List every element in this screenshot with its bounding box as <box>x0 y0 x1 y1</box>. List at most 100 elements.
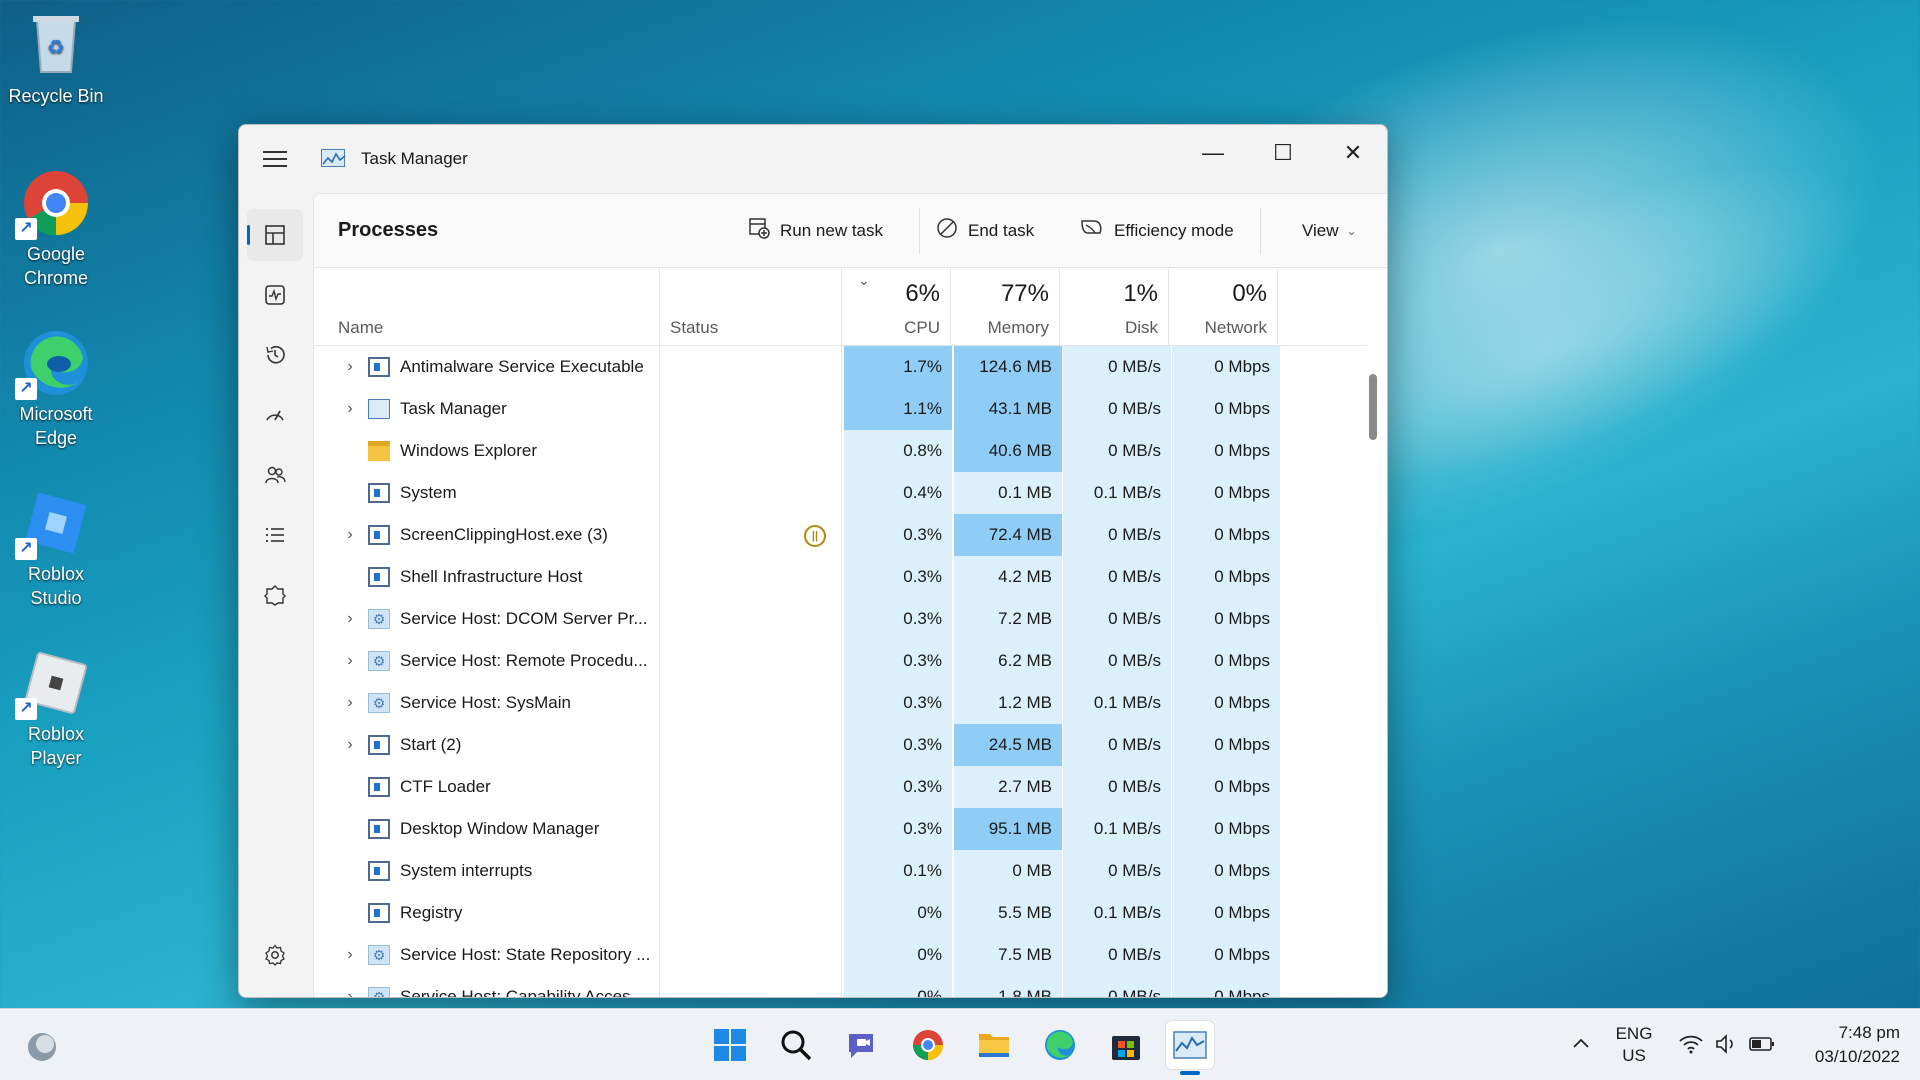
network-cell: 0 Mbps <box>1172 640 1280 682</box>
memory-cell: 1.8 MB <box>954 976 1062 997</box>
chevron-right-icon[interactable]: › <box>340 976 360 997</box>
chevron-right-icon[interactable]: › <box>340 388 360 430</box>
desktop-icon-chrome[interactable]: ↗ Google Chrome <box>0 168 112 290</box>
show-hidden-icons-chevron-icon[interactable] <box>1570 1033 1592 1080</box>
run-new-task-label: Run new task <box>780 221 883 240</box>
sidebar-item-performance[interactable] <box>247 269 303 321</box>
chevron-right-icon[interactable]: › <box>340 682 360 724</box>
chevron-right-icon[interactable]: › <box>340 724 360 766</box>
column-header-cpu-label: CPU <box>904 318 940 337</box>
disk-cell: 0.1 MB/s <box>1063 892 1171 934</box>
view-dropdown-button[interactable]: View ⌄ <box>1302 216 1357 246</box>
chevron-right-icon[interactable]: › <box>340 934 360 976</box>
desktop-icon-label: Recycle Bin <box>8 86 104 106</box>
title-bar[interactable]: Task Manager — ☐ ✕ <box>239 125 1387 193</box>
table-row[interactable]: System 0.4% 0.1 MB 0.1 MB/s 0 Mbps <box>314 472 1367 514</box>
table-row[interactable]: › ⚙ Service Host: Remote Procedu... 0.3% 6.2… <box>314 640 1367 682</box>
minimize-button[interactable]: — <box>1185 135 1241 171</box>
sidebar-item-processes[interactable] <box>247 209 303 261</box>
cpu-cell: 0.3% <box>844 808 952 850</box>
vertical-scrollbar[interactable] <box>1369 374 1377 440</box>
memory-cell: 5.5 MB <box>954 892 1062 934</box>
table-row[interactable]: System interrupts 0.1% 0 MB 0 MB/s 0 Mbps <box>314 850 1367 892</box>
sidebar-item-app-history[interactable] <box>247 329 303 381</box>
desktop-icon-roblox-player[interactable]: ↗ Roblox Player <box>0 648 112 770</box>
table-row[interactable]: › Task Manager 1.1% 43.1 MB 0 MB/s 0 Mbps <box>314 388 1367 430</box>
table-row[interactable]: › Antimalware Service Executable 1.7% 124.6… <box>314 346 1367 388</box>
chevron-right-icon[interactable]: › <box>340 514 360 556</box>
sidebar-item-settings[interactable] <box>247 929 303 981</box>
desktop-icon-recycle-bin[interactable]: ♻ Recycle Bin <box>0 10 112 108</box>
process-name: Desktop Window Manager <box>400 819 600 838</box>
region-code: US <box>1622 1046 1646 1065</box>
cpu-cell: 0.4% <box>844 472 952 514</box>
desktop-icon-edge[interactable]: ↗ Microsoft Edge <box>0 328 112 450</box>
cpu-cell: 0.3% <box>844 556 952 598</box>
widgets-icon[interactable] <box>18 1023 66 1071</box>
table-row[interactable]: › ⚙ Service Host: State Repository ... 0% 7.… <box>314 934 1367 976</box>
chevron-right-icon[interactable]: › <box>340 640 360 682</box>
search-icon[interactable] <box>772 1021 820 1069</box>
column-header-name[interactable]: Name <box>314 268 660 346</box>
shortcut-arrow-icon: ↗ <box>15 378 37 400</box>
network-cell: 0 Mbps <box>1172 388 1280 430</box>
table-row[interactable]: Registry 0% 5.5 MB 0.1 MB/s 0 Mbps <box>314 892 1367 934</box>
column-header-memory[interactable]: 77% Memory <box>951 268 1060 346</box>
desktop-icon-roblox-studio[interactable]: ↗ Roblox Studio <box>0 488 112 610</box>
chat-icon[interactable] <box>838 1021 886 1069</box>
efficiency-mode-button[interactable]: Efficiency mode <box>1080 216 1234 246</box>
disk-cell: 0 MB/s <box>1063 430 1171 472</box>
column-header-name-label: Name <box>338 318 384 337</box>
system-tray-status[interactable] <box>1678 1033 1776 1080</box>
hamburger-menu-icon[interactable] <box>263 151 287 169</box>
shortcut-arrow-icon: ↗ <box>15 698 37 720</box>
table-row[interactable]: › ⚙ Service Host: DCOM Server Pr... 0.3% 7.2… <box>314 598 1367 640</box>
processes-icon <box>265 225 285 245</box>
sidebar-item-users[interactable] <box>247 449 303 501</box>
store-icon[interactable] <box>1102 1021 1150 1069</box>
table-row[interactable]: › ⚙ Service Host: SysMain 0.3% 1.2 MB 0.1 MB/… <box>314 682 1367 724</box>
network-cell: 0 Mbps <box>1172 850 1280 892</box>
process-icon <box>368 819 390 839</box>
memory-cell: 40.6 MB <box>954 430 1062 472</box>
table-row[interactable]: Desktop Window Manager 0.3% 95.1 MB 0.1 MB/… <box>314 808 1367 850</box>
chevron-right-icon[interactable]: › <box>340 346 360 388</box>
column-header-network[interactable]: 0% Network <box>1169 268 1278 346</box>
file-explorer-icon[interactable] <box>970 1021 1018 1069</box>
column-header-disk[interactable]: 1% Disk <box>1060 268 1169 346</box>
battery-icon <box>1749 1037 1774 1051</box>
chrome-icon[interactable] <box>904 1021 952 1069</box>
wifi-icon <box>1679 1035 1703 1054</box>
start-icon[interactable] <box>706 1021 754 1069</box>
network-cell: 0 Mbps <box>1172 766 1280 808</box>
maximize-button[interactable]: ☐ <box>1255 135 1311 171</box>
process-list: › Antimalware Service Executable 1.7% 124.6… <box>314 346 1367 997</box>
chrome-icon: ↗ <box>15 168 91 240</box>
language-indicator[interactable]: ENG US <box>1612 1023 1656 1080</box>
process-name: ScreenClippingHost.exe (3) <box>400 525 608 544</box>
close-button[interactable]: ✕ <box>1325 135 1381 171</box>
run-new-task-button[interactable]: Run new task <box>748 216 883 246</box>
sidebar-item-details[interactable] <box>247 509 303 561</box>
table-row[interactable]: › Start (2) 0.3% 24.5 MB 0 MB/s 0 Mbps <box>314 724 1367 766</box>
edge-icon: ↗ <box>15 328 91 400</box>
sidebar-item-services[interactable] <box>247 569 303 621</box>
network-cell: 0 Mbps <box>1172 556 1280 598</box>
column-header-cpu[interactable]: ⌄ 6% CPU <box>842 268 951 346</box>
table-row[interactable]: CTF Loader 0.3% 2.7 MB 0 MB/s 0 Mbps <box>314 766 1367 808</box>
end-task-button[interactable]: End task <box>936 216 1034 246</box>
table-row[interactable]: › ⚙ Service Host: Capability Acces... 0% 1.8… <box>314 976 1367 997</box>
column-header-status[interactable]: Status <box>660 268 842 346</box>
edge-icon[interactable] <box>1036 1021 1084 1069</box>
cpu-cell: 0.3% <box>844 766 952 808</box>
task-manager-icon[interactable] <box>1166 1021 1214 1075</box>
table-row[interactable]: Shell Infrastructure Host 0.3% 4.2 MB 0 MB/… <box>314 556 1367 598</box>
startup-icon <box>266 410 284 421</box>
process-name: CTF Loader <box>400 777 491 796</box>
table-row[interactable]: › ScreenClippingHost.exe (3) || 0.3% 72.4 MB… <box>314 514 1367 556</box>
clock[interactable]: 7:48 pm 03/10/2022 <box>1790 1021 1900 1080</box>
sidebar-item-startup-apps[interactable] <box>247 389 303 441</box>
chevron-right-icon[interactable]: › <box>340 598 360 640</box>
table-row[interactable]: Windows Explorer 0.8% 40.6 MB 0 MB/s 0 Mbps <box>314 430 1367 472</box>
network-cell: 0 Mbps <box>1172 682 1280 724</box>
